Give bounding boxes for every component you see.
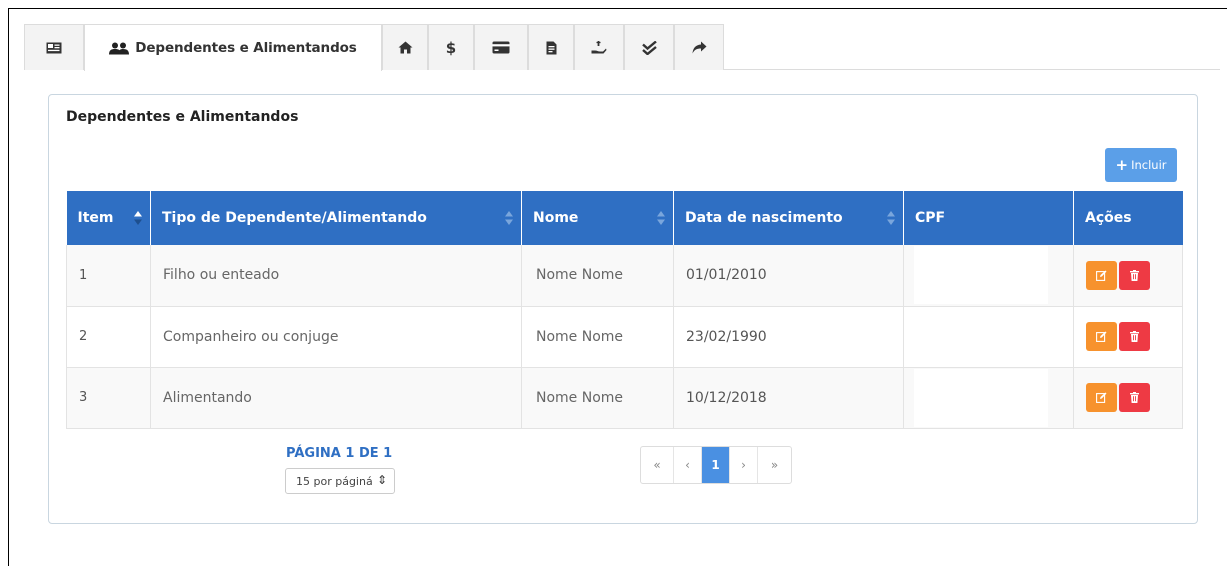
cell-nome: Nome Nome bbox=[521, 306, 674, 368]
sort-icon bbox=[887, 211, 895, 225]
pagination-controls: « ‹ 1 › » bbox=[640, 446, 792, 484]
delete-button[interactable] bbox=[1119, 322, 1150, 351]
table-row: 3 Alimentando Nome Nome 10/12/2018 bbox=[66, 367, 1183, 429]
column-header-acoes: Ações bbox=[1073, 191, 1183, 245]
sort-icon bbox=[505, 211, 513, 225]
trash-icon bbox=[1130, 392, 1139, 403]
sort-icon bbox=[134, 211, 142, 225]
trash-icon bbox=[1130, 331, 1139, 342]
add-dependent-label: Incluir bbox=[1131, 158, 1167, 172]
panel-title: Dependentes e Alimentandos bbox=[66, 109, 299, 125]
tab-share[interactable] bbox=[674, 24, 724, 70]
hand-holding-dollar-icon bbox=[591, 41, 607, 54]
cell-nome: Nome Nome bbox=[521, 367, 674, 429]
document-icon bbox=[546, 41, 556, 54]
dependents-panel: Dependentes e Alimentandos + Incluir Ite… bbox=[48, 94, 1198, 524]
edit-button[interactable] bbox=[1086, 322, 1117, 351]
cell-nome: Nome Nome bbox=[521, 245, 674, 307]
table-row: 2 Companheiro ou conjuge Nome Nome 23/02… bbox=[66, 306, 1183, 368]
column-header-cpf: CPF bbox=[903, 191, 1074, 245]
edit-icon bbox=[1096, 270, 1107, 281]
edit-icon bbox=[1096, 392, 1107, 403]
column-header-item[interactable]: Item bbox=[66, 191, 151, 245]
last-page-button[interactable]: » bbox=[758, 447, 791, 483]
share-arrow-icon bbox=[692, 41, 706, 54]
trash-icon bbox=[1130, 269, 1139, 281]
credit-card-icon bbox=[492, 41, 510, 54]
column-header-data-nascimento[interactable]: Data de nascimento bbox=[673, 191, 904, 245]
cell-data: 01/01/2010 bbox=[673, 245, 904, 307]
cell-cpf bbox=[903, 367, 1074, 429]
add-dependent-button[interactable]: + Incluir bbox=[1105, 148, 1177, 182]
per-page-value: 15 por páginá bbox=[296, 474, 373, 488]
page-indicator: PÁGINA 1 DE 1 bbox=[286, 446, 393, 461]
tab-check[interactable] bbox=[624, 24, 674, 70]
first-page-button[interactable]: « bbox=[641, 447, 674, 483]
tab-home[interactable] bbox=[382, 24, 428, 70]
cpf-redacted bbox=[914, 368, 1048, 427]
cell-cpf bbox=[903, 306, 1074, 368]
edit-button[interactable] bbox=[1086, 383, 1117, 412]
id-card-icon bbox=[46, 42, 62, 53]
tab-dollar[interactable]: $ bbox=[428, 24, 474, 70]
cell-tipo: Alimentando bbox=[150, 367, 522, 429]
plus-icon: + bbox=[1115, 155, 1129, 174]
tab-dependentes[interactable]: Dependentes e Alimentandos bbox=[84, 24, 382, 71]
tab-payment[interactable] bbox=[574, 24, 624, 70]
dependents-table: Item Tipo de Dependente/Alimentando Nome bbox=[66, 191, 1183, 429]
cell-data: 23/02/1990 bbox=[673, 306, 904, 368]
column-header-tipo[interactable]: Tipo de Dependente/Alimentando bbox=[150, 191, 522, 245]
cpf-redacted bbox=[914, 246, 1048, 305]
column-header-nome[interactable]: Nome bbox=[521, 191, 674, 245]
cell-acoes bbox=[1073, 306, 1183, 368]
cell-data: 10/12/2018 bbox=[673, 367, 904, 429]
tab-dependentes-label: Dependentes e Alimentandos bbox=[135, 40, 357, 56]
cell-acoes bbox=[1073, 245, 1183, 307]
edit-icon bbox=[1096, 331, 1107, 342]
select-arrows-icon: ⇕ bbox=[376, 473, 387, 487]
delete-button[interactable] bbox=[1119, 383, 1150, 412]
double-check-icon bbox=[641, 40, 657, 55]
cell-item: 3 bbox=[66, 367, 151, 429]
cell-tipo: Companheiro ou conjuge bbox=[150, 306, 522, 368]
per-page-select[interactable]: 15 por páginá ⇕ bbox=[285, 468, 395, 494]
table-row: 1 Filho ou enteado Nome Nome 01/01/2010 bbox=[66, 245, 1183, 307]
cell-item: 2 bbox=[66, 306, 151, 368]
cell-item: 1 bbox=[66, 245, 151, 307]
users-icon bbox=[109, 42, 130, 54]
dollar-icon: $ bbox=[445, 38, 457, 57]
sort-icon bbox=[657, 211, 665, 225]
cell-cpf bbox=[903, 245, 1074, 307]
tab-credit-card[interactable] bbox=[474, 24, 528, 70]
current-page-button[interactable]: 1 bbox=[702, 447, 730, 483]
home-icon bbox=[398, 41, 412, 54]
delete-button[interactable] bbox=[1119, 260, 1150, 290]
cpf-redacted bbox=[914, 307, 1048, 366]
tab-document[interactable] bbox=[528, 24, 574, 70]
next-page-button[interactable]: › bbox=[730, 447, 758, 483]
previous-page-button[interactable]: ‹ bbox=[674, 447, 702, 483]
edit-button[interactable] bbox=[1086, 260, 1117, 290]
cell-acoes bbox=[1073, 367, 1183, 429]
tab-identification[interactable] bbox=[24, 24, 84, 70]
tab-bar: Dependentes e Alimentandos $ bbox=[24, 24, 1220, 71]
cell-tipo: Filho ou enteado bbox=[150, 245, 522, 307]
